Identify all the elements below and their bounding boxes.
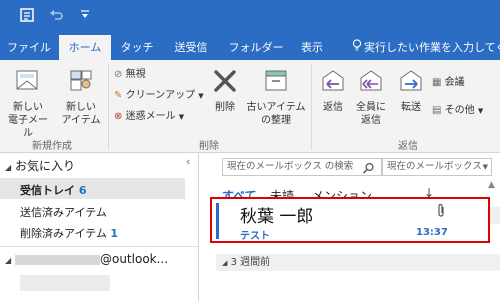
search-input[interactable]: 現在のメールボックス の検索 (222, 158, 382, 176)
account-header[interactable]: ◢ @outlook... (5, 252, 168, 266)
send-receive-icon[interactable] (19, 7, 35, 28)
chevron-down-icon: ▼ (178, 113, 185, 121)
tab-touch[interactable]: タッチ (115, 35, 159, 60)
sidebar-item-sent[interactable]: 送信済みアイテム (20, 204, 107, 220)
cleanup-label: クリーンアップ (125, 90, 196, 101)
more-icon: ▤ (432, 105, 442, 116)
search-scope-value: 現在のメールボックス (387, 161, 482, 172)
scrollbar-up-icon[interactable]: ▲ (488, 180, 495, 190)
delete-icon (208, 68, 242, 98)
ribbon-tabs: ファイル ホーム タッチ 送受信 フォルダー 表示 実行したい作業を入力してく (0, 35, 500, 60)
meeting-icon: ▦ (432, 77, 442, 88)
blurred-folder (20, 275, 110, 291)
meeting-label: 会議 (444, 77, 465, 88)
reply-icon (315, 68, 351, 98)
tell-me-text: 実行したい作業を入力してく (364, 41, 500, 54)
title-bar (0, 0, 500, 35)
pane-divider (0, 246, 199, 247)
junk-icon: ⊗ (114, 111, 123, 122)
group-divider (311, 64, 312, 150)
new-items-label: 新しい アイテム (61, 102, 101, 126)
new-mail-button[interactable]: 新しい 電子メール (4, 68, 52, 140)
folder-pane: ◢ お気に入り ‹ 受信トレイ 6 送信済みアイテム 削除済みアイテム 1 ◢ … (0, 153, 199, 301)
tab-file[interactable]: ファイル (4, 35, 54, 60)
group-delete-label: 削除 (199, 141, 219, 152)
pin-icon[interactable]: ‹ (186, 155, 190, 168)
caret-down-icon: ◢ (222, 259, 228, 267)
forward-button[interactable]: 転送 (393, 68, 429, 114)
favorites-header[interactable]: ◢ お気に入り (5, 157, 75, 174)
ignore-icon: ⊘ (114, 69, 123, 80)
chevron-down-icon: ▼ (482, 163, 488, 171)
more-label: その他 (444, 105, 475, 116)
inbox-label: 受信トレイ (20, 184, 75, 197)
caret-down-icon: ◢ (5, 163, 12, 172)
junk-label: 迷惑メール (125, 111, 176, 122)
archive-label: 古いアイテム の整理 (246, 102, 306, 126)
section-header-three-weeks[interactable]: ◢ 3 週間前 (216, 254, 500, 271)
undo-icon[interactable] (48, 7, 64, 28)
ribbon: 新しい 電子メール 新しい アイテム 新規作成 ⊘ 無視 ✎ クリーンアップ ▼… (0, 60, 500, 153)
sidebar-item-deleted[interactable]: 削除済みアイテム 1 (20, 225, 118, 241)
deleted-label: 削除済みアイテム (20, 227, 107, 240)
caret-down-icon: ◢ (5, 256, 12, 265)
favorites-label: お気に入り (14, 159, 75, 173)
tab-view[interactable]: 表示 (292, 35, 332, 60)
new-mail-icon (4, 68, 52, 98)
reply-label: 返信 (323, 102, 343, 113)
meeting-button[interactable]: ▦ 会議 (432, 76, 465, 90)
message-item-selected[interactable] (210, 197, 490, 243)
more-button[interactable]: ▤ その他 ▼ (432, 104, 483, 118)
lightbulb-icon (352, 35, 364, 60)
inbox-label-row: 受信トレイ 6 (20, 182, 87, 198)
chevron-down-icon: ▼ (198, 92, 204, 100)
deleted-count: 1 (110, 227, 119, 240)
forward-label: 転送 (401, 102, 421, 113)
tell-me-box[interactable]: 実行したい作業を入力してく (352, 35, 500, 60)
new-items-icon (58, 68, 104, 98)
reply-button[interactable]: 返信 (315, 68, 351, 114)
tab-folder[interactable]: フォルダー (226, 35, 286, 60)
ignore-button[interactable]: ⊘ 無視 (114, 68, 146, 82)
new-items-button[interactable]: 新しい アイテム (58, 68, 104, 127)
delete-button[interactable]: 削除 (208, 68, 242, 114)
group-new-label: 新規作成 (32, 141, 72, 152)
group-respond-label: 返信 (398, 141, 418, 152)
new-mail-label: 新しい 電子メール (8, 102, 48, 139)
ignore-label: 無視 (125, 69, 146, 80)
cleanup-icon: ✎ (114, 90, 123, 101)
blurred-account-name (14, 254, 100, 265)
junk-button[interactable]: ⊗ 迷惑メール ▼ (114, 110, 184, 124)
reply-all-icon (352, 68, 390, 98)
archive-button[interactable]: 古いアイテム の整理 (246, 68, 306, 127)
reply-all-label: 全員に 返信 (356, 102, 386, 126)
delete-label: 削除 (215, 102, 235, 113)
inbox-count: 6 (78, 184, 87, 197)
search-placeholder: 現在のメールボックス の検索 (227, 161, 354, 172)
section-three-weeks-label: 3 週間前 (230, 257, 271, 268)
search-scope-select[interactable]: 現在のメールボックス ▼ (382, 158, 492, 176)
cleanup-button[interactable]: ✎ クリーンアップ ▼ (114, 89, 204, 103)
forward-icon (393, 68, 429, 98)
archive-icon (246, 68, 306, 98)
account-label: @outlook... (99, 252, 169, 266)
reply-all-button[interactable]: 全員に 返信 (352, 68, 390, 127)
tab-send-receive[interactable]: 送受信 (164, 35, 218, 60)
customize-icon[interactable] (80, 7, 90, 25)
group-divider (108, 64, 109, 150)
tab-home[interactable]: ホーム (59, 35, 111, 60)
chevron-down-icon: ▼ (477, 107, 484, 115)
search-icon[interactable] (362, 160, 375, 179)
